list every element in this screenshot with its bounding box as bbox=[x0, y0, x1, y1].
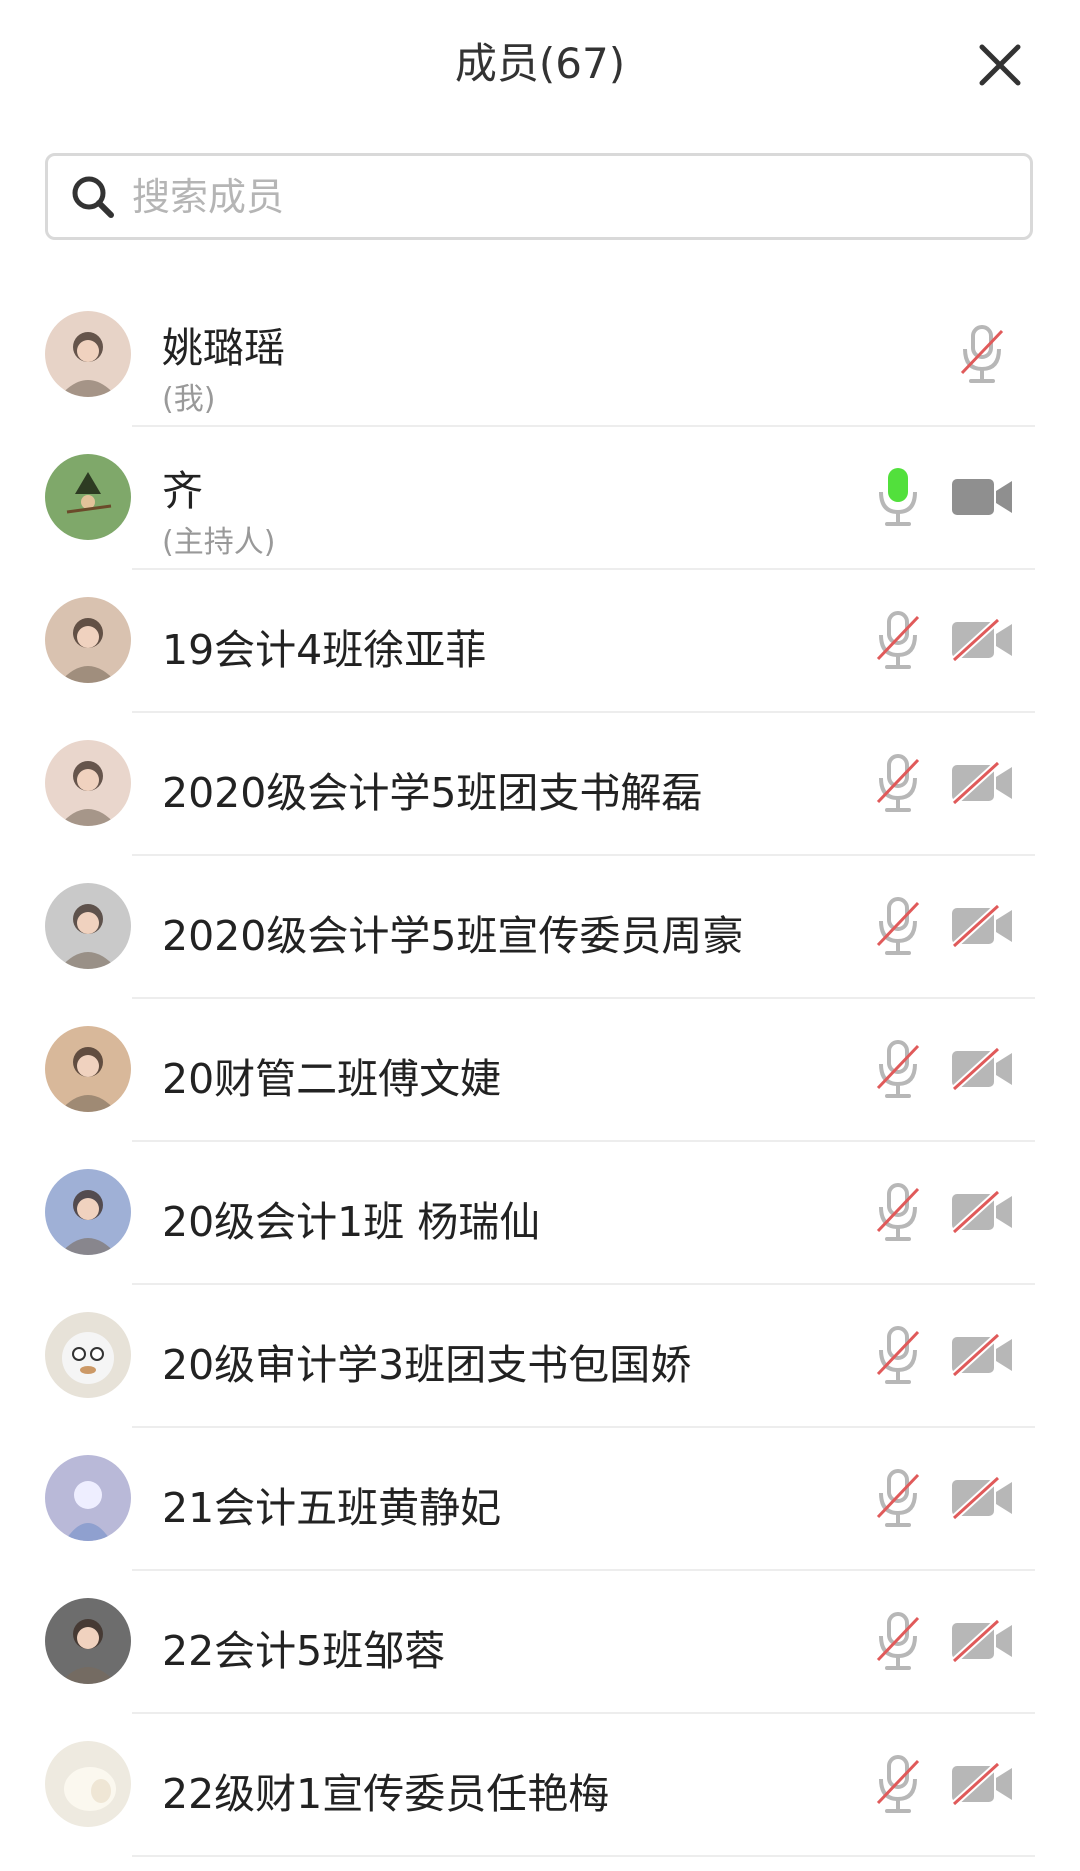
camera-off-icon[interactable] bbox=[950, 1331, 1016, 1379]
member-name: 20财管二班傅文婕 bbox=[162, 1055, 502, 1103]
mic-active-icon[interactable] bbox=[874, 464, 922, 530]
mic-muted-icon[interactable] bbox=[874, 607, 922, 673]
member-row[interactable]: 齐 (主持人) bbox=[0, 427, 1080, 570]
search-input[interactable] bbox=[130, 173, 984, 220]
member-name: 齐 bbox=[162, 467, 203, 515]
search-icon bbox=[72, 176, 114, 218]
avatar bbox=[45, 1455, 131, 1541]
member-name: 22级财1宣传委员任艳梅 bbox=[162, 1770, 610, 1818]
mic-muted-icon[interactable] bbox=[874, 1465, 922, 1531]
avatar bbox=[45, 597, 131, 683]
search-box[interactable] bbox=[45, 153, 1033, 240]
mic-muted-icon[interactable] bbox=[874, 893, 922, 959]
member-row[interactable]: 20级会计1班 杨瑞仙 bbox=[0, 1142, 1080, 1285]
member-row[interactable]: 姚璐瑶 (我) bbox=[0, 284, 1080, 427]
member-list: 姚璐瑶 (我) 齐 (主持人) 19会计4班徐亚菲 2020级会计学5班团支书解磊 2020… bbox=[0, 284, 1080, 1857]
member-name: 21会计五班黄静妃 bbox=[162, 1484, 502, 1532]
member-row[interactable]: 2020级会计学5班宣传委员周豪 bbox=[0, 856, 1080, 999]
page-title: 成员(67) bbox=[454, 39, 626, 88]
mic-muted-icon[interactable] bbox=[874, 1179, 922, 1245]
close-icon[interactable] bbox=[970, 35, 1030, 95]
member-row[interactable]: 22级财1宣传委员任艳梅 bbox=[0, 1714, 1080, 1857]
camera-off-icon[interactable] bbox=[950, 1474, 1016, 1522]
mic-muted-icon[interactable] bbox=[874, 1322, 922, 1388]
mic-muted-icon[interactable] bbox=[874, 750, 922, 816]
avatar bbox=[45, 1026, 131, 1112]
camera-off-icon[interactable] bbox=[950, 902, 1016, 950]
header: 成员(67) bbox=[0, 0, 1080, 130]
avatar bbox=[45, 740, 131, 826]
member-row[interactable]: 22会计5班邹蓉 bbox=[0, 1571, 1080, 1714]
avatar bbox=[45, 1169, 131, 1255]
member-row[interactable]: 2020级会计学5班团支书解磊 bbox=[0, 713, 1080, 856]
camera-off-icon[interactable] bbox=[950, 1617, 1016, 1665]
member-role: (主持人) bbox=[162, 525, 276, 560]
avatar bbox=[45, 1312, 131, 1398]
avatar bbox=[45, 311, 131, 397]
member-name: 19会计4班徐亚菲 bbox=[162, 626, 487, 674]
member-name: 20级审计学3班团支书包国娇 bbox=[162, 1341, 692, 1389]
camera-off-icon[interactable] bbox=[950, 616, 1016, 664]
camera-off-icon[interactable] bbox=[950, 1188, 1016, 1236]
camera-icon[interactable] bbox=[950, 473, 1016, 521]
member-name: 2020级会计学5班团支书解磊 bbox=[162, 769, 703, 817]
avatar bbox=[45, 454, 131, 540]
avatar bbox=[45, 883, 131, 969]
avatar bbox=[45, 1741, 131, 1827]
member-name: 姚璐瑶 bbox=[162, 324, 285, 372]
member-row[interactable]: 20级审计学3班团支书包国娇 bbox=[0, 1285, 1080, 1428]
member-row[interactable]: 21会计五班黄静妃 bbox=[0, 1428, 1080, 1571]
camera-off-icon[interactable] bbox=[950, 1760, 1016, 1808]
member-row[interactable]: 20财管二班傅文婕 bbox=[0, 999, 1080, 1142]
member-row[interactable]: 19会计4班徐亚菲 bbox=[0, 570, 1080, 713]
avatar bbox=[45, 1598, 131, 1684]
camera-off-icon[interactable] bbox=[950, 1045, 1016, 1093]
mic-muted-icon[interactable] bbox=[874, 1608, 922, 1674]
mic-muted-icon[interactable] bbox=[874, 1036, 922, 1102]
camera-off-icon[interactable] bbox=[950, 759, 1016, 807]
mic-muted-icon[interactable] bbox=[958, 321, 1006, 387]
divider bbox=[132, 1855, 1035, 1857]
member-role: (我) bbox=[162, 382, 216, 417]
mic-muted-icon[interactable] bbox=[874, 1751, 922, 1817]
member-name: 22会计5班邹蓉 bbox=[162, 1627, 446, 1675]
member-name: 2020级会计学5班宣传委员周豪 bbox=[162, 912, 744, 960]
member-name: 20级会计1班 杨瑞仙 bbox=[162, 1198, 541, 1246]
